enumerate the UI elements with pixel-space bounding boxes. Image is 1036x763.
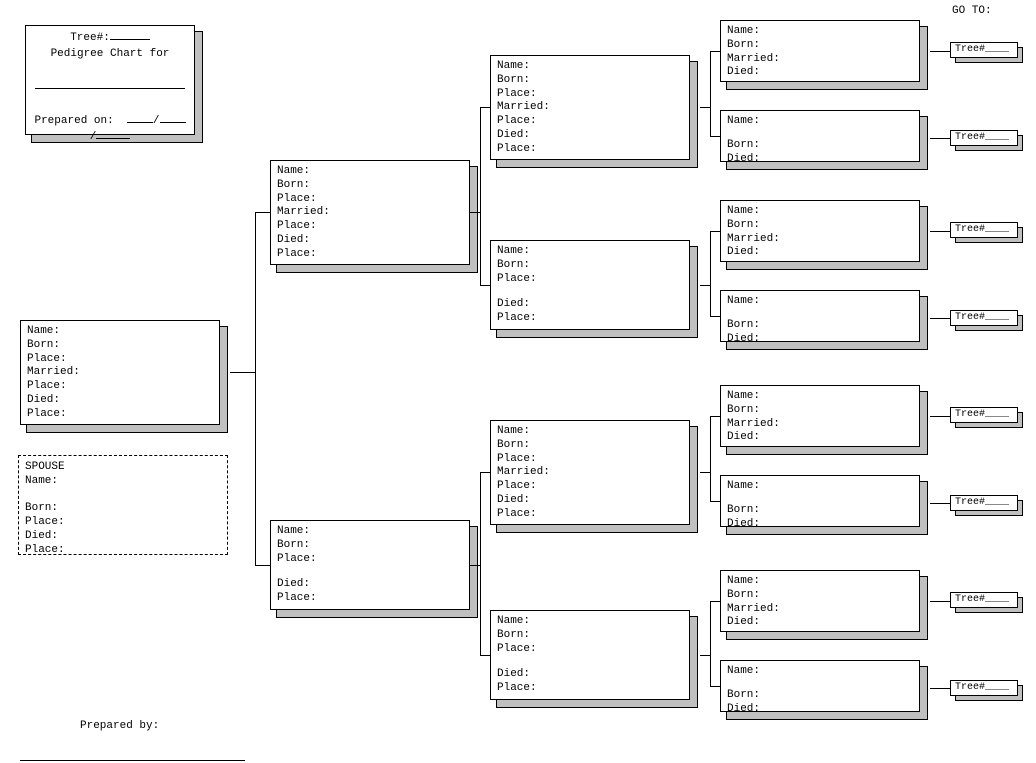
tree-tag-10: Tree#____	[950, 222, 1018, 238]
tree-number-label: Tree#:	[70, 32, 110, 44]
spouse-box: SPOUSE Name: Born: Place: Died: Place:	[18, 455, 228, 555]
person-7-box: Name: Born: Place: Died: Place:	[490, 610, 690, 700]
person-9-box: Name: Born: Died:	[720, 110, 920, 162]
tree-tag-9: Tree#____	[950, 130, 1018, 146]
person-12-box: Name: Born: Married: Died:	[720, 385, 920, 447]
person-6-box: Name: Born: Place: Married: Place: Died:…	[490, 420, 690, 525]
prepared-by-line	[20, 760, 245, 761]
person-4-box: Name: Born: Place: Married: Place: Died:…	[490, 55, 690, 160]
person-13-box: Name: Born: Died:	[720, 475, 920, 527]
person-1-box: Name: Born: Place: Married: Place: Died:…	[20, 320, 220, 425]
person-8-box: Name: Born: Married: Died:	[720, 20, 920, 82]
person-11-box: Name: Born: Died:	[720, 290, 920, 342]
tree-tag-15: Tree#____	[950, 680, 1018, 696]
tree-tag-8: Tree#____	[950, 42, 1018, 58]
person-5-box: Name: Born: Place: Died: Place:	[490, 240, 690, 330]
tree-tag-12: Tree#____	[950, 407, 1018, 423]
person-15-box: Name: Born: Died:	[720, 660, 920, 712]
tree-tag-14: Tree#____	[950, 592, 1018, 608]
person-10-box: Name: Born: Married: Died:	[720, 200, 920, 262]
prepared-on-label: Prepared on:	[34, 115, 113, 127]
tree-tag-11: Tree#____	[950, 310, 1018, 326]
goto-label: GO TO:	[952, 5, 992, 17]
prepared-by-label: Prepared by:	[80, 720, 159, 732]
pedigree-chart-for-label: Pedigree Chart for	[32, 48, 188, 62]
header-box: Tree#: Pedigree Chart for Prepared on: /…	[25, 25, 195, 135]
person-3-box: Name: Born: Place: Died: Place:	[270, 520, 470, 610]
person-2-box: Name: Born: Place: Married: Place: Died:…	[270, 160, 470, 265]
person-14-box: Name: Born: Married: Died:	[720, 570, 920, 632]
tree-tag-13: Tree#____	[950, 495, 1018, 511]
